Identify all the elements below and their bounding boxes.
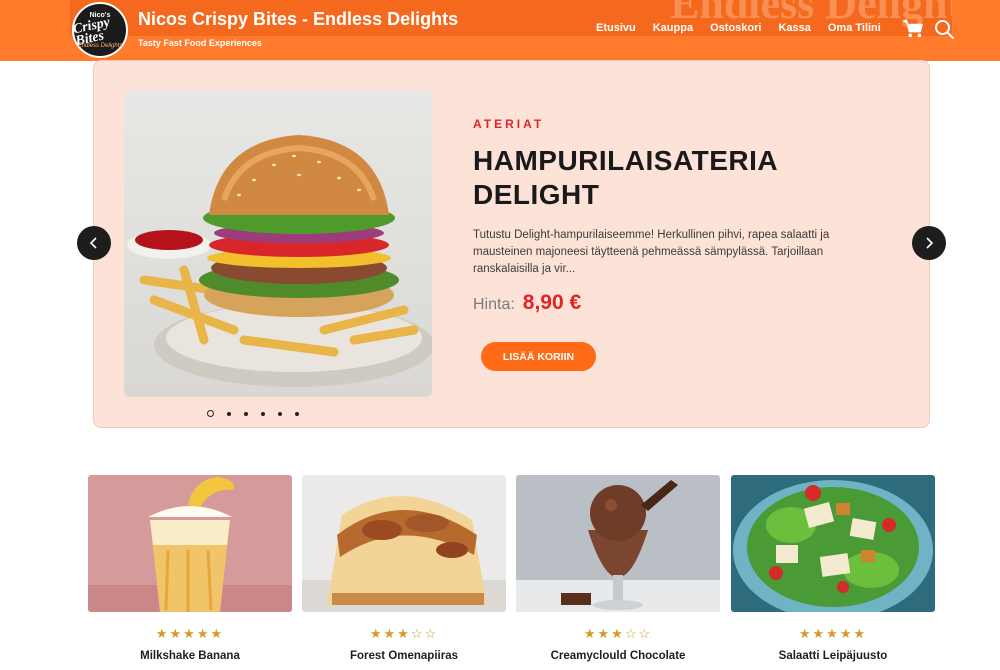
slider-dot-5[interactable] xyxy=(278,411,282,416)
slide-title[interactable]: HAMPURILAISATERIA DELIGHT xyxy=(473,144,833,212)
product-name[interactable]: Forest Omenapiiras xyxy=(302,650,506,662)
product-card[interactable]: ★★★★★ Salaatti Leipäjuusto xyxy=(731,475,935,662)
cart-icon[interactable] xyxy=(902,19,924,39)
slider-dot-1[interactable] xyxy=(207,410,214,417)
slider-dot-6[interactable] xyxy=(295,411,299,416)
slider-dot-4[interactable] xyxy=(261,411,265,416)
price-row: Hinta: 8,90 € xyxy=(473,291,581,315)
nav-ostoskori[interactable]: Ostoskori xyxy=(710,22,761,34)
slider-dot-2[interactable] xyxy=(227,411,231,416)
site-header: Endless Delights Nico's Crispy Bites End… xyxy=(0,0,1000,61)
slider-dot-3[interactable] xyxy=(244,411,248,416)
rating-stars: ★★★★★ xyxy=(798,626,868,641)
site-title[interactable]: Nicos Crispy Bites - Endless Delights xyxy=(138,9,458,30)
milkshake-image[interactable] xyxy=(88,475,292,612)
slider-dots xyxy=(207,410,299,417)
product-name[interactable]: Salaatti Leipäjuusto xyxy=(731,650,935,662)
salad-image[interactable] xyxy=(731,475,935,612)
nav-kassa[interactable]: Kassa xyxy=(778,22,810,34)
rating-stars: ★★★☆☆ xyxy=(583,626,653,641)
product-card[interactable]: ★★★☆☆ Forest Omenapiiras xyxy=(302,475,506,662)
price-value: 8,90 € xyxy=(522,291,582,314)
main-nav: Etusivu Kauppa Ostoskori Kassa Oma Tilin… xyxy=(596,22,881,34)
nav-kauppa[interactable]: Kauppa xyxy=(653,22,693,34)
rating-stars: ★★★★★ xyxy=(155,626,225,641)
chocolate-dessert-image[interactable] xyxy=(516,475,720,612)
search-icon[interactable] xyxy=(934,19,954,39)
product-name[interactable]: Milkshake Banana xyxy=(88,650,292,662)
slide-description: Tutustu Delight-hampurilaiseemme! Herkul… xyxy=(473,229,830,275)
add-to-cart-button[interactable]: LISÄÄ KORIIN xyxy=(481,342,596,371)
nav-oma-tilini[interactable]: Oma Tilini xyxy=(828,22,881,34)
product-name[interactable]: Creamyclould Chocolate xyxy=(516,650,720,662)
site-tagline: Tasty Fast Food Experiences xyxy=(138,38,262,48)
slider-next-button[interactable] xyxy=(912,226,946,260)
chevron-left-icon xyxy=(89,237,97,249)
apple-pie-image[interactable] xyxy=(302,475,506,612)
rating-stars: ★★★☆☆ xyxy=(369,626,439,641)
chevron-right-icon xyxy=(926,237,934,249)
slider-prev-button[interactable] xyxy=(77,226,111,260)
nav-etusivu[interactable]: Etusivu xyxy=(596,22,636,34)
product-card[interactable]: ★★★★★ Milkshake Banana xyxy=(88,475,292,662)
product-card[interactable]: ★★★☆☆ Creamyclould Chocolate xyxy=(516,475,720,662)
burger-meal-image xyxy=(124,90,432,397)
slide-category: ATERIAT xyxy=(473,117,545,131)
price-label: Hinta: xyxy=(473,296,515,313)
site-logo[interactable]: Nico's Crispy Bites Endless Delights xyxy=(72,2,128,58)
hero-slider: ATERIAT HAMPURILAISATERIA DELIGHT Tutust… xyxy=(93,60,930,428)
